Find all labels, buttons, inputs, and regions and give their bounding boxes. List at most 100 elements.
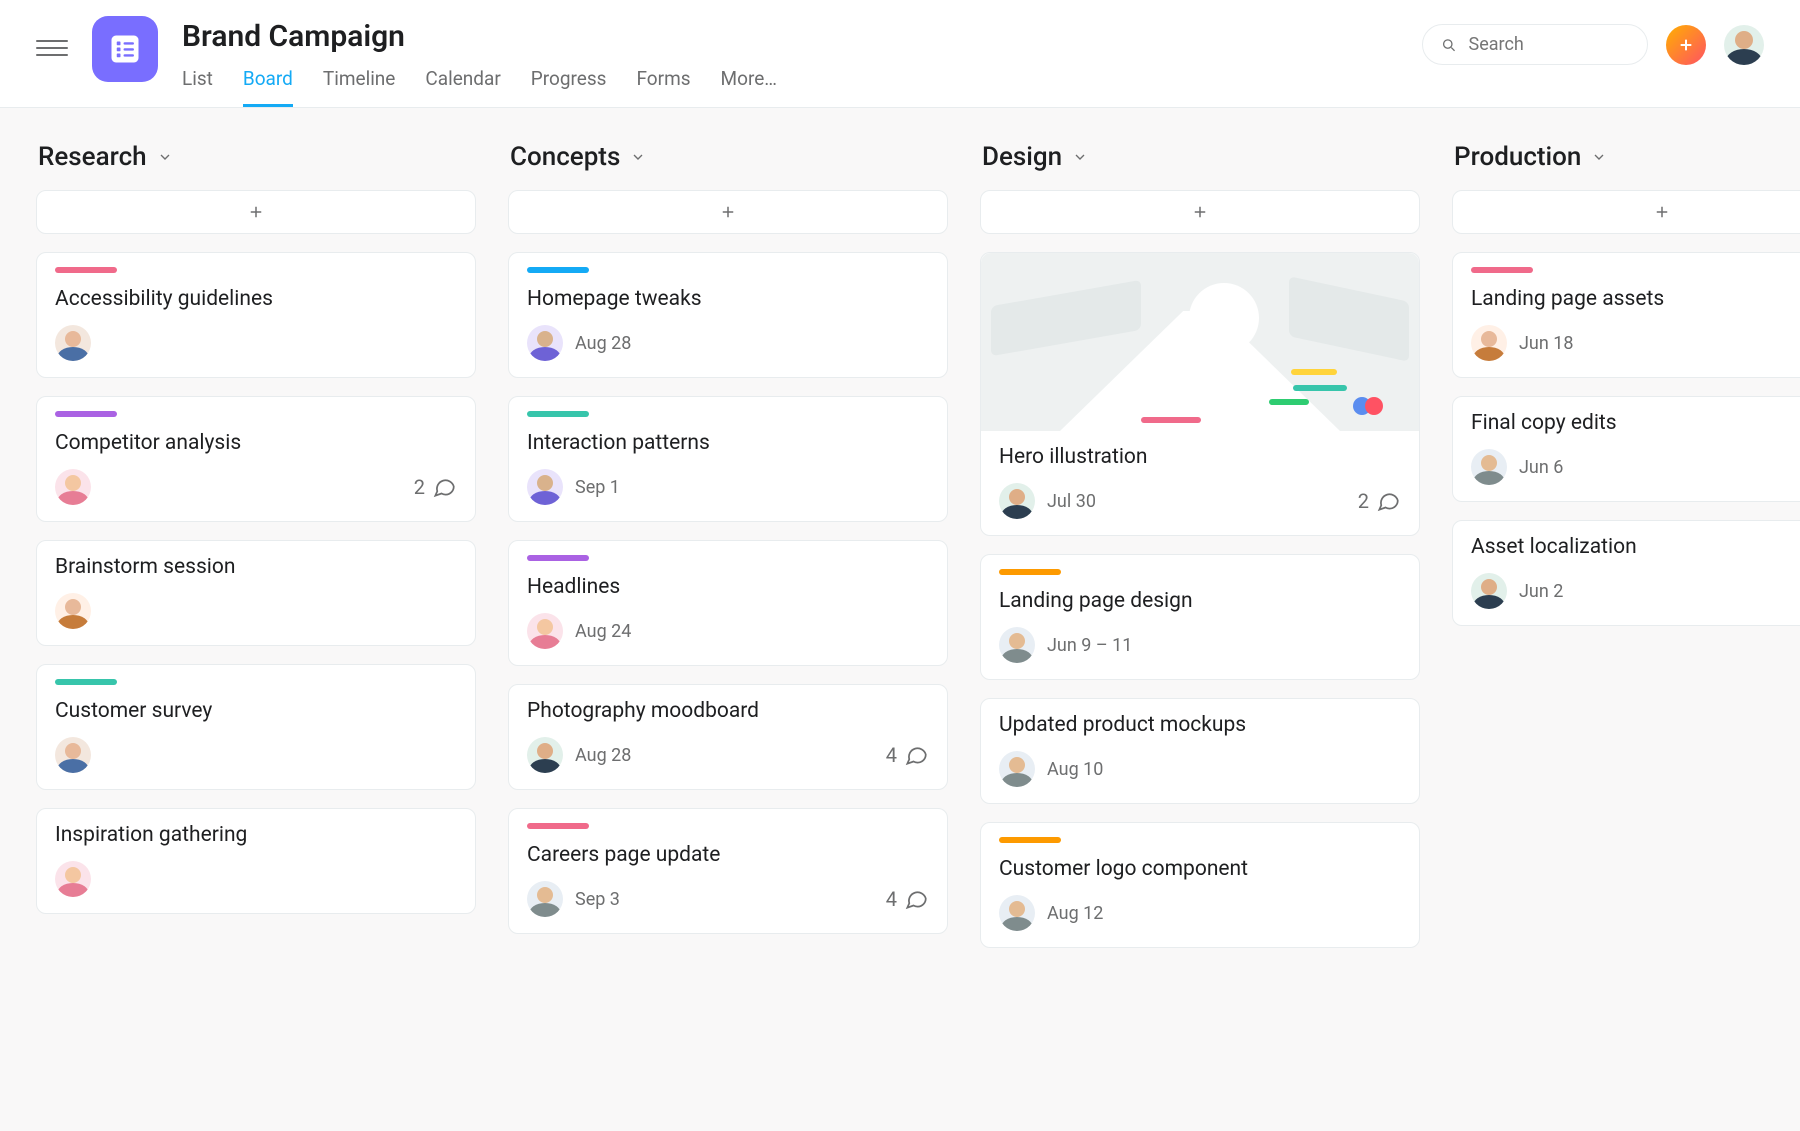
task-card[interactable]: Homepage tweaksAug 28 [508,252,948,378]
tab-calendar[interactable]: Calendar [425,67,500,107]
tab-forms[interactable]: Forms [636,67,690,107]
column-title: Concepts [510,142,620,172]
card-title: Photography moodboard [527,699,929,723]
card-cover-image [981,253,1419,431]
tag-pill [999,837,1061,843]
comment-icon [903,886,929,912]
comment-count[interactable]: 2 [1358,488,1401,514]
comment-number: 4 [886,743,897,767]
task-card[interactable]: Hero illustration Jul 30 2 [980,252,1420,536]
tag-pill [55,679,117,685]
task-card[interactable]: Inspiration gathering [36,808,476,914]
card-title: Hero illustration [999,445,1401,469]
search-icon [1441,36,1457,54]
assignee-avatar[interactable] [999,627,1035,663]
task-card[interactable]: Accessibility guidelines [36,252,476,378]
card-footer: Jun 18 [1471,325,1800,361]
search-box[interactable] [1422,24,1648,65]
task-card[interactable]: HeadlinesAug 24 [508,540,948,666]
card-footer: Aug 28 [527,325,929,361]
assignee-avatar[interactable] [527,881,563,917]
task-card[interactable]: Competitor analysis 2 [36,396,476,522]
assignee-avatar[interactable] [55,325,91,361]
task-card[interactable]: Landing page assets Jun 18 [1452,252,1800,378]
task-card[interactable]: Final copy editsJun 6 [1452,396,1800,502]
assignee-avatar[interactable] [1471,449,1507,485]
column-title: Design [982,142,1062,172]
search-input[interactable] [1467,33,1630,56]
assignee-avatar[interactable] [55,469,91,505]
assignee-avatar[interactable] [55,861,91,897]
due-date: Sep 3 [575,889,620,910]
tab-list[interactable]: List [182,67,213,107]
tab-progress[interactable]: Progress [531,67,607,107]
assignee-avatar[interactable] [1471,573,1507,609]
column-header[interactable]: Research [36,140,476,190]
card-footer [55,325,457,361]
column-production: Production Landing page assets Jun 18 Final… [1452,140,1800,966]
project-icon[interactable] [92,16,158,82]
current-user-avatar[interactable] [1724,25,1764,65]
column-title: Research [38,142,147,172]
comment-count[interactable]: 4 [886,886,929,912]
task-card[interactable]: Photography moodboard Aug 28 4 [508,684,948,790]
project-title[interactable]: Brand Campaign [182,20,1398,53]
card-footer: 2 [55,469,457,505]
task-card[interactable]: Updated product mockups Aug 10 [980,698,1420,804]
task-card[interactable]: Customer survey [36,664,476,790]
card-footer: Aug 28 4 [527,737,929,773]
due-date: Aug 28 [575,333,631,354]
due-date: Aug 28 [575,745,631,766]
task-card[interactable]: Asset localizationJun 2 [1452,520,1800,626]
comment-count[interactable]: 4 [886,742,929,768]
chevron-down-icon [157,149,173,165]
comment-number: 4 [886,887,897,911]
tab-more[interactable]: More… [721,67,777,107]
due-date: Aug 10 [1047,759,1103,780]
menu-toggle-button[interactable] [36,32,68,64]
assignee-avatar[interactable] [527,737,563,773]
comment-count[interactable]: 2 [414,474,457,500]
card-footer: Jun 2 [1471,573,1800,609]
assignee-avatar[interactable] [55,593,91,629]
due-date: Jul 30 [1047,491,1096,512]
chevron-down-icon [1072,149,1088,165]
assignee-avatar[interactable] [55,737,91,773]
card-title: Updated product mockups [999,713,1401,737]
assignee-avatar[interactable] [999,751,1035,787]
card-title: Landing page assets [1471,287,1800,311]
due-date: Jun 2 [1519,581,1563,602]
due-date: Aug 24 [575,621,631,642]
column-header[interactable]: Concepts [508,140,948,190]
add-card-button[interactable] [508,190,948,234]
task-card[interactable]: Interaction patternsSep 1 [508,396,948,522]
task-card[interactable]: Landing page designJun 9 – 11 [980,554,1420,680]
column-header[interactable]: Design [980,140,1420,190]
tab-board[interactable]: Board [243,67,293,107]
add-card-button[interactable] [1452,190,1800,234]
task-card[interactable]: Customer logo componentAug 12 [980,822,1420,948]
card-footer: Jul 30 2 [999,483,1401,519]
assignee-avatar[interactable] [527,469,563,505]
tab-timeline[interactable]: Timeline [323,67,396,107]
add-card-button[interactable] [36,190,476,234]
assignee-avatar[interactable] [999,895,1035,931]
assignee-avatar[interactable] [999,483,1035,519]
tag-pill [1471,267,1533,273]
card-title: Careers page update [527,843,929,867]
tag-pill [527,823,589,829]
column-header[interactable]: Production [1452,140,1800,190]
card-title: Competitor analysis [55,431,457,455]
task-card[interactable]: Brainstorm session [36,540,476,646]
add-card-button[interactable] [980,190,1420,234]
task-card[interactable]: Careers page update Sep 3 4 [508,808,948,934]
assignee-avatar[interactable] [527,613,563,649]
card-title: Brainstorm session [55,555,457,579]
card-title: Landing page design [999,589,1401,613]
header-actions [1422,24,1764,65]
tag-pill [55,411,117,417]
app-header: Brand Campaign List Board Timeline Calendar… [0,0,1800,108]
assignee-avatar[interactable] [527,325,563,361]
global-add-button[interactable] [1666,25,1706,65]
assignee-avatar[interactable] [1471,325,1507,361]
